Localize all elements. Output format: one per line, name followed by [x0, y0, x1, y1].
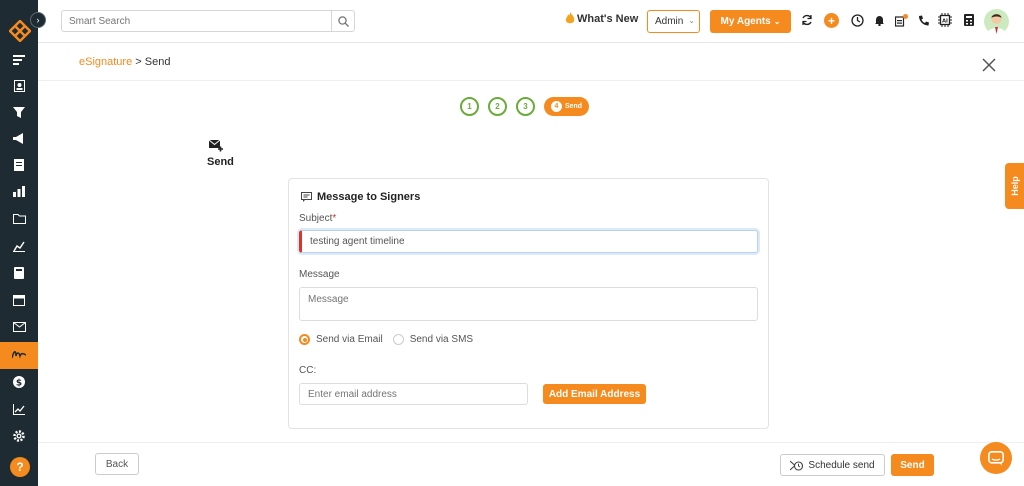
radio-sms[interactable] [392, 334, 404, 345]
chevron-down-icon: ⌄ [688, 16, 695, 25]
chat-icon [988, 450, 1004, 465]
admin-label: Admin [655, 16, 684, 27]
step-4-label: Send [564, 103, 583, 110]
search-icon [338, 15, 349, 27]
calendar-icon[interactable] [11, 292, 27, 308]
gear-icon[interactable] [11, 428, 27, 444]
admin-dropdown[interactable]: Admin ⌄ [647, 10, 700, 33]
line-chart-icon[interactable] [11, 401, 27, 417]
section-title: Send [207, 156, 234, 168]
subject-label: Subject* [299, 213, 337, 224]
step-4-send[interactable]: 4 Send [544, 97, 589, 116]
megaphone-icon[interactable] [11, 130, 27, 146]
list-icon[interactable] [11, 52, 27, 68]
card-title-text: Message to Signers [317, 191, 421, 203]
schedule-send-button[interactable]: Schedule send [780, 454, 885, 476]
app-logo-icon[interactable] [9, 20, 31, 42]
step-4-number: 4 [550, 101, 562, 112]
sidebar-toggle-chevron-icon[interactable]: › [30, 12, 46, 28]
schedule-clock-icon [790, 460, 804, 471]
add-email-address-button[interactable]: Add Email Address [543, 384, 646, 404]
refresh-icon[interactable] [800, 13, 814, 27]
card-title: Message to Signers [301, 191, 420, 203]
add-plus-icon[interactable]: + [824, 13, 839, 28]
svg-text:AI: AI [942, 19, 948, 25]
breadcrumb-esignature-link[interactable]: eSignature [79, 56, 132, 68]
mail-icon[interactable] [11, 319, 27, 335]
chat-widget-button[interactable] [980, 442, 1012, 474]
message-textarea[interactable] [299, 287, 758, 321]
folder-icon[interactable] [11, 210, 27, 226]
send-via-email-option[interactable]: Send via Email [299, 334, 383, 345]
step-1[interactable]: 1 [460, 97, 479, 116]
funnel-icon[interactable] [11, 104, 27, 120]
tasks-icon[interactable] [894, 13, 908, 27]
search-button[interactable] [331, 10, 355, 32]
footer-divider [38, 442, 1024, 443]
cc-email-input[interactable] [299, 383, 528, 405]
calculator-icon[interactable] [962, 13, 976, 27]
help-circle-icon[interactable]: ? [10, 457, 30, 477]
sidebar: $ ? [0, 0, 38, 486]
breadcrumb-separator: > [135, 56, 142, 68]
cc-label: CC: [299, 365, 317, 376]
help-tab-label: Help [1009, 176, 1020, 196]
clock-icon[interactable] [850, 13, 864, 27]
my-agents-button[interactable]: My Agents ⌄ [710, 10, 791, 33]
send-button[interactable]: Send [891, 454, 934, 476]
analytics-icon[interactable] [11, 238, 27, 254]
whats-new-label: What's New [577, 12, 639, 25]
calculator-icon[interactable] [11, 265, 27, 281]
help-side-tab[interactable]: Help [1005, 163, 1024, 209]
required-mark: * [332, 213, 337, 224]
chevron-down-icon: ⌄ [773, 17, 781, 26]
header-divider [38, 80, 1024, 81]
step-2[interactable]: 2 [488, 97, 507, 116]
subject-input[interactable] [299, 230, 758, 253]
close-icon[interactable] [982, 58, 996, 72]
my-agents-label: My Agents [720, 16, 771, 27]
user-avatar[interactable] [984, 9, 1009, 34]
send-method-radio-group: Send via Email Send via SMS [299, 334, 483, 345]
message-label: Message [299, 269, 340, 280]
contacts-icon[interactable] [11, 78, 27, 94]
signature-icon[interactable] [11, 347, 27, 363]
svg-text:$: $ [16, 379, 22, 389]
send-via-email-label: Send via Email [316, 334, 383, 345]
bar-chart-icon[interactable] [11, 183, 27, 199]
dollar-icon[interactable]: $ [11, 374, 27, 390]
phone-icon[interactable] [916, 13, 930, 27]
document-icon[interactable] [11, 157, 27, 173]
ai-chip-icon[interactable]: AI [938, 13, 952, 27]
schedule-send-label: Schedule send [808, 459, 875, 471]
smart-search-input[interactable] [61, 10, 355, 32]
whats-new-link[interactable]: What's New [565, 12, 638, 25]
step-3[interactable]: 3 [516, 97, 535, 116]
radio-email-selected[interactable] [299, 334, 310, 345]
bell-icon[interactable] [872, 13, 886, 27]
message-to-signers-card: Message to Signers Subject* Message Send… [288, 178, 769, 429]
message-icon [301, 192, 312, 202]
send-via-sms-option[interactable]: Send via SMS [392, 334, 474, 345]
top-bar: What's New Admin ⌄ My Agents ⌄ + AI [38, 0, 1024, 43]
flame-icon [565, 12, 575, 24]
back-button[interactable]: Back [95, 453, 139, 475]
breadcrumb-current: Send [144, 56, 171, 68]
send-via-sms-label: Send via SMS [409, 334, 474, 345]
envelope-plus-icon [209, 139, 223, 152]
breadcrumb: eSignature > Send [79, 56, 170, 68]
